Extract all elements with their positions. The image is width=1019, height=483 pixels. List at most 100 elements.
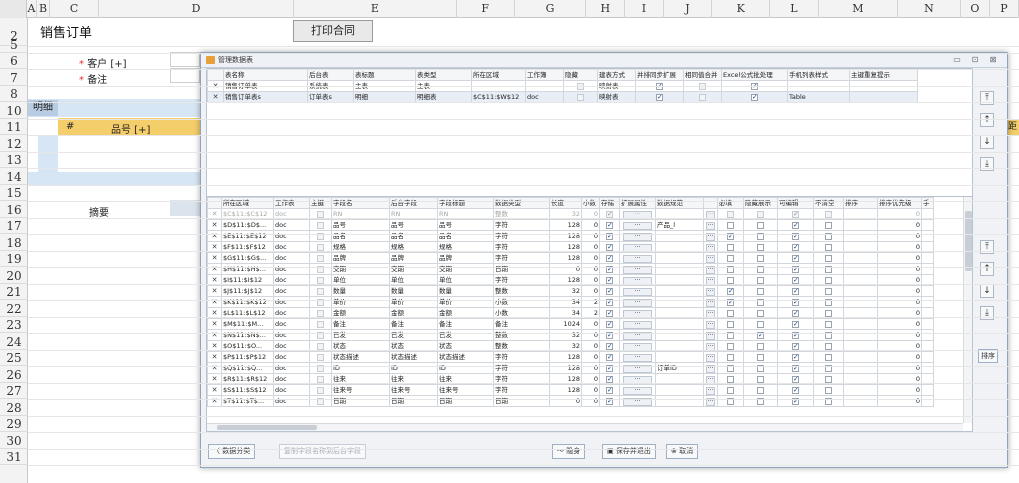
- move-bottom-icon[interactable]: ⤓: [980, 306, 994, 320]
- field-decimal-cell[interactable]: 0: [581, 318, 600, 330]
- field-spec-more-cell[interactable]: ···: [703, 329, 718, 341]
- row-header[interactable]: 18: [0, 235, 28, 251]
- field-cap-cell[interactable]: 已发: [437, 329, 494, 341]
- hide-summary-checkbox[interactable]: [757, 375, 764, 383]
- field-spec-cell[interactable]: [655, 329, 704, 341]
- fields-col-header[interactable]: [703, 197, 718, 209]
- row-header[interactable]: 11: [0, 119, 28, 135]
- field-ext-cell[interactable]: ···: [619, 252, 656, 264]
- field-area-cell[interactable]: $E$11:$E$12: [221, 230, 274, 242]
- delete-field-icon[interactable]: ✕: [207, 362, 222, 374]
- tables-col-header[interactable]: [207, 69, 224, 81]
- field-ext-cell[interactable]: ···: [619, 285, 656, 297]
- field-hide-cell[interactable]: [743, 296, 778, 308]
- hide-summary-checkbox[interactable]: [757, 276, 764, 284]
- row-header[interactable]: 7: [0, 70, 28, 86]
- field-pk-cell[interactable]: [309, 362, 332, 374]
- field-req-cell[interactable]: [717, 318, 744, 330]
- field-priority-cell[interactable]: 0: [877, 230, 922, 242]
- field-spec-cell[interactable]: [655, 252, 704, 264]
- field-edit-cell[interactable]: [777, 230, 814, 242]
- column-header[interactable]: N: [898, 0, 961, 18]
- field-name-cell[interactable]: 状态描述: [331, 351, 390, 363]
- fields-col-header[interactable]: 扩展属性: [619, 197, 656, 209]
- tables-col-header[interactable]: 手机列表样式: [787, 69, 850, 81]
- fields-col-header[interactable]: 排序优先级: [877, 197, 922, 209]
- spec-more-button[interactable]: ···: [705, 354, 716, 362]
- field-sort-cell[interactable]: [843, 351, 878, 363]
- column-header[interactable]: B: [37, 0, 51, 18]
- field-spec-more-cell[interactable]: ···: [703, 285, 718, 297]
- hide-summary-checkbox[interactable]: [757, 309, 764, 317]
- field-sort-cell[interactable]: [843, 318, 878, 330]
- required-checkbox[interactable]: [727, 309, 734, 317]
- field-spec-cell[interactable]: [655, 351, 704, 363]
- field-back-cell[interactable]: 状态描述: [389, 351, 438, 363]
- store-checkbox[interactable]: [606, 353, 613, 362]
- field-ext-cell[interactable]: ···: [619, 329, 656, 341]
- field-sort-cell[interactable]: [843, 230, 878, 242]
- field-store-cell[interactable]: [599, 296, 620, 308]
- row-header[interactable]: 26: [0, 367, 28, 383]
- field-keep-cell[interactable]: [813, 362, 844, 374]
- editable-checkbox[interactable]: [792, 353, 799, 362]
- field-back-cell[interactable]: ID: [389, 362, 438, 374]
- field-spec-more-cell[interactable]: ···: [703, 395, 718, 407]
- row-header[interactable]: 16: [0, 202, 28, 218]
- field-edit-cell[interactable]: [777, 285, 814, 297]
- tables-col-header[interactable]: 工作簿: [525, 69, 564, 81]
- fields-col-header[interactable]: 所在区域: [221, 197, 274, 209]
- field-sheet-cell[interactable]: doc: [273, 285, 310, 297]
- required-checkbox[interactable]: [727, 276, 734, 284]
- field-length-cell[interactable]: 128: [549, 351, 582, 363]
- field-name-cell[interactable]: 往来号: [331, 384, 390, 396]
- row-header[interactable]: 25: [0, 350, 28, 366]
- field-req-cell[interactable]: [717, 362, 744, 374]
- fields-hscroll-thumb[interactable]: [217, 425, 317, 430]
- field-spec-more-cell[interactable]: ···: [703, 263, 718, 275]
- keep-checkbox[interactable]: [825, 276, 832, 284]
- field-spec-cell[interactable]: [655, 230, 704, 242]
- field-sort-cell[interactable]: [843, 252, 878, 264]
- editable-checkbox[interactable]: [792, 221, 799, 230]
- print-contract-button[interactable]: 打印合同: [293, 20, 373, 42]
- hide-summary-checkbox[interactable]: [757, 353, 764, 361]
- spec-more-button[interactable]: ···: [705, 222, 716, 230]
- move-up-icon[interactable]: ↑: [980, 113, 994, 127]
- field-row[interactable]: ✕$T$11:$T$...doc日期日期日期日期00······0: [207, 395, 934, 407]
- customer-input[interactable]: [170, 52, 200, 67]
- row-header[interactable]: 14: [0, 169, 28, 185]
- field-length-cell[interactable]: 1024: [549, 318, 582, 330]
- row-header[interactable]: 10: [0, 103, 28, 119]
- field-decimal-cell[interactable]: 0: [581, 252, 600, 264]
- editable-checkbox[interactable]: [792, 287, 799, 296]
- required-checkbox[interactable]: [727, 210, 734, 218]
- field-dtype-cell[interactable]: 整数: [493, 329, 550, 341]
- tables-row[interactable]: ✕销售订单表s订单表s明细明细表$C$11:$W$12doc 映射表 Table: [207, 91, 918, 103]
- column-header[interactable]: A: [27, 0, 37, 18]
- ext-props-button[interactable]: ···: [622, 354, 653, 362]
- field-req-cell[interactable]: [717, 296, 744, 308]
- store-checkbox[interactable]: [606, 320, 613, 329]
- field-sheet-cell[interactable]: doc: [273, 318, 310, 330]
- table-sync-cell[interactable]: [635, 91, 684, 103]
- field-priority-cell[interactable]: 0: [877, 351, 922, 363]
- ext-props-button[interactable]: ···: [622, 321, 653, 329]
- field-name-cell[interactable]: 已发: [331, 329, 390, 341]
- field-edit-cell[interactable]: [777, 384, 814, 396]
- save-exit-button[interactable]: ▣ 保存并退出: [602, 444, 656, 459]
- fields-col-header[interactable]: 主键: [309, 197, 332, 209]
- sync-checkbox[interactable]: [656, 93, 663, 102]
- field-ext-cell[interactable]: ···: [619, 362, 656, 374]
- field-extra-cell[interactable]: [921, 263, 934, 275]
- field-back-cell[interactable]: 数量: [389, 285, 438, 297]
- field-sort-cell[interactable]: [843, 219, 878, 231]
- field-back-cell[interactable]: 往来号: [389, 384, 438, 396]
- field-edit-cell[interactable]: [777, 329, 814, 341]
- editable-checkbox[interactable]: [792, 243, 799, 252]
- field-keep-cell[interactable]: [813, 296, 844, 308]
- field-store-cell[interactable]: [599, 395, 620, 407]
- field-extra-cell[interactable]: [921, 318, 934, 330]
- field-area-cell[interactable]: $M$11:$M...: [221, 318, 274, 330]
- column-header[interactable]: J: [664, 0, 713, 18]
